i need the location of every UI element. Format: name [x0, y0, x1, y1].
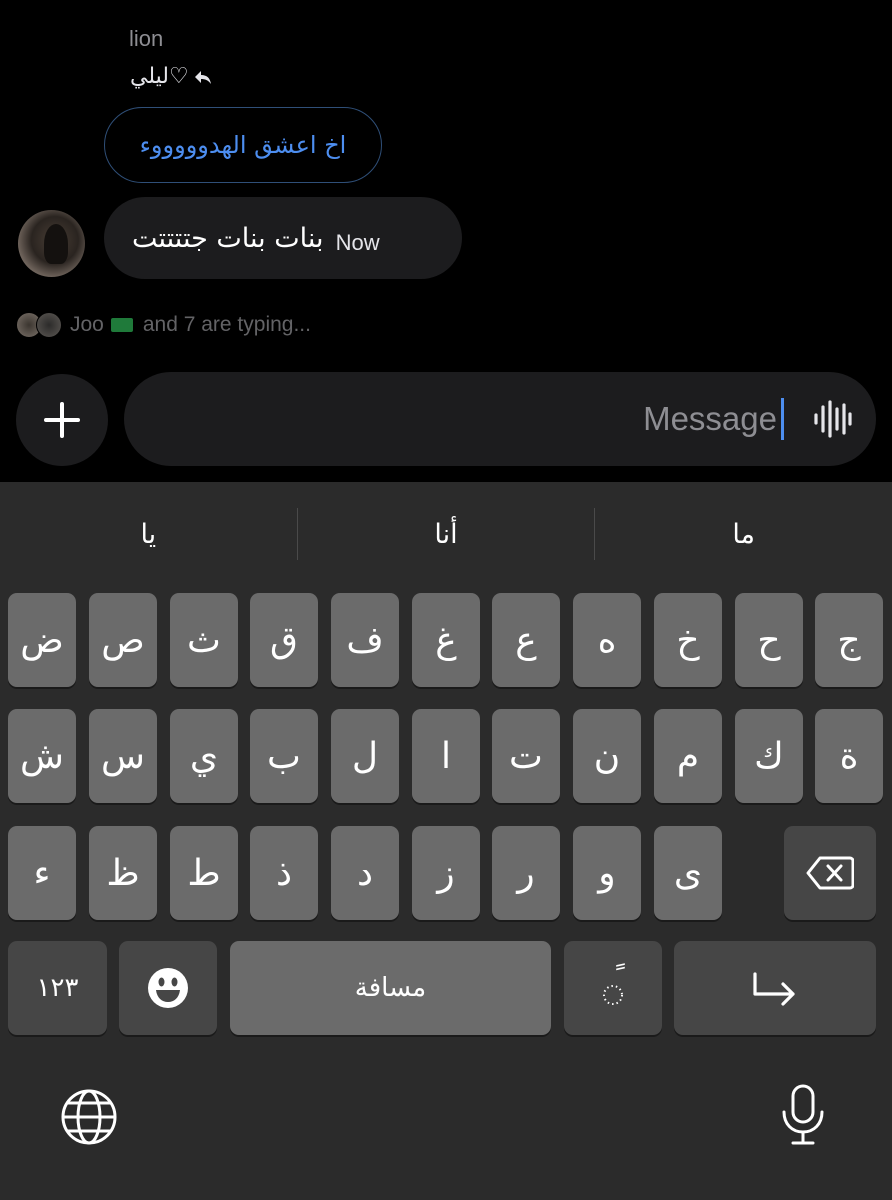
voice-waveform-icon[interactable]: [812, 399, 852, 439]
letter-key[interactable]: ي: [170, 709, 238, 803]
letter-key[interactable]: ص: [89, 593, 157, 687]
letter-key[interactable]: و: [573, 826, 641, 920]
letter-key[interactable]: ك: [735, 709, 803, 803]
letter-key[interactable]: ة: [815, 709, 883, 803]
letter-key[interactable]: ح: [735, 593, 803, 687]
reply-to-name: ليلي♡: [130, 64, 189, 89]
letter-key[interactable]: ا: [412, 709, 480, 803]
plus-icon: [44, 402, 80, 438]
typing-avatars: [16, 312, 64, 338]
emoji-key[interactable]: [119, 941, 217, 1035]
suggestion-bar: يا أنا ما: [0, 508, 892, 560]
letter-key[interactable]: ف: [331, 593, 399, 687]
return-key[interactable]: [674, 941, 876, 1035]
diacritics-key[interactable]: ً: [564, 941, 662, 1035]
sender-avatar[interactable]: [18, 210, 85, 277]
text-caret: [781, 398, 784, 440]
letter-key[interactable]: ت: [492, 709, 560, 803]
letter-key[interactable]: د: [331, 826, 399, 920]
quoted-message-text: اخ اعشق الهدوووووء: [139, 131, 347, 159]
typing-avatar: [36, 312, 62, 338]
sender-name: lion: [129, 26, 164, 51]
letter-key[interactable]: ء: [8, 826, 76, 920]
letter-key[interactable]: غ: [412, 593, 480, 687]
letter-key[interactable]: ض: [8, 593, 76, 687]
letter-key[interactable]: ر: [492, 826, 560, 920]
suggestion-item[interactable]: أنا: [298, 508, 596, 560]
delete-key[interactable]: [784, 826, 876, 920]
letter-key[interactable]: م: [654, 709, 722, 803]
saudi-flag-icon: [110, 318, 133, 332]
quoted-message-bubble[interactable]: اخ اعشق الهدوووووء: [104, 107, 382, 183]
letter-key[interactable]: ن: [573, 709, 641, 803]
typing-indicator: Joo and 7 are typing...: [16, 312, 311, 338]
space-key[interactable]: مسافة: [230, 941, 551, 1035]
globe-icon[interactable]: [60, 1088, 118, 1146]
letter-key[interactable]: ش: [8, 709, 76, 803]
add-attachment-button[interactable]: [16, 374, 108, 466]
letter-key[interactable]: خ: [654, 593, 722, 687]
letter-key[interactable]: ق: [250, 593, 318, 687]
letter-key[interactable]: ز: [412, 826, 480, 920]
letter-key[interactable]: ع: [492, 593, 560, 687]
letter-key[interactable]: ى: [654, 826, 722, 920]
microphone-icon[interactable]: [781, 1084, 825, 1146]
message-time: Now: [335, 230, 380, 255]
typing-text: and 7 are typing...: [142, 313, 311, 336]
message-bubble[interactable]: Now بنات بنات جتتتتت: [104, 197, 462, 279]
typing-user-name: Joo: [70, 313, 104, 336]
message-placeholder: Message: [643, 400, 777, 437]
letter-key[interactable]: ب: [250, 709, 318, 803]
letter-key[interactable]: ج: [815, 593, 883, 687]
letter-key[interactable]: ه: [573, 593, 641, 687]
emoji-icon: [148, 968, 188, 1008]
letter-key[interactable]: ل: [331, 709, 399, 803]
reply-reference[interactable]: ليلي♡: [130, 64, 213, 89]
letter-key[interactable]: ذ: [250, 826, 318, 920]
reply-arrow-icon: [194, 70, 211, 84]
return-arrow-icon: [753, 972, 795, 1006]
message-input[interactable]: Message: [124, 372, 876, 466]
letter-key[interactable]: ث: [170, 593, 238, 687]
suggestion-item[interactable]: ما: [595, 508, 892, 560]
suggestion-item[interactable]: يا: [0, 508, 298, 560]
dotted-circle-icon: [603, 985, 623, 1005]
letter-key[interactable]: ظ: [89, 826, 157, 920]
backspace-icon: [806, 856, 854, 890]
letter-key[interactable]: س: [89, 709, 157, 803]
message-text: بنات بنات جتتتتت: [132, 222, 324, 254]
letter-key[interactable]: ط: [170, 826, 238, 920]
numbers-key[interactable]: ١٢٣: [8, 941, 107, 1035]
